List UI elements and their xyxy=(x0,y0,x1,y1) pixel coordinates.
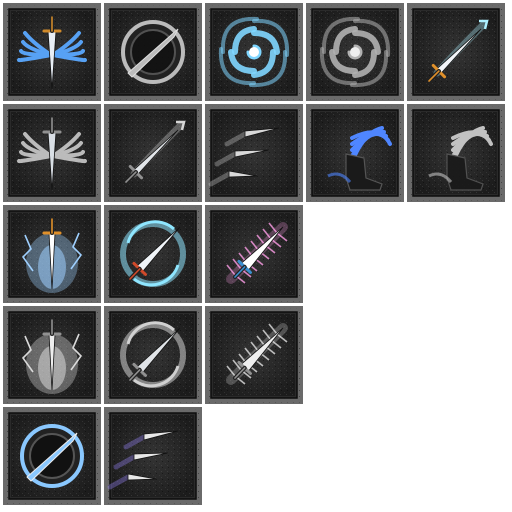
icon-tile[interactable] xyxy=(104,407,202,505)
icon-tile[interactable] xyxy=(3,306,101,404)
slash-disc-icon xyxy=(20,424,84,488)
icon-tile[interactable] xyxy=(3,205,101,303)
icon-tile[interactable] xyxy=(205,306,303,404)
icon-tile[interactable] xyxy=(3,3,101,101)
icon-tile[interactable] xyxy=(3,104,101,202)
icon-tile[interactable] xyxy=(104,104,202,202)
icon-tile[interactable] xyxy=(205,205,303,303)
icon-tile[interactable] xyxy=(407,104,505,202)
icon-tile[interactable] xyxy=(104,205,202,303)
slash-disc-icon xyxy=(121,20,185,84)
icon-tile[interactable] xyxy=(407,3,505,101)
icon-sheet xyxy=(0,0,512,512)
icon-tile[interactable] xyxy=(104,3,202,101)
icon-tile[interactable] xyxy=(306,104,404,202)
icon-tile[interactable] xyxy=(306,3,404,101)
icon-tile[interactable] xyxy=(205,104,303,202)
icon-tile[interactable] xyxy=(205,3,303,101)
icon-tile[interactable] xyxy=(104,306,202,404)
icon-tile[interactable] xyxy=(3,407,101,505)
